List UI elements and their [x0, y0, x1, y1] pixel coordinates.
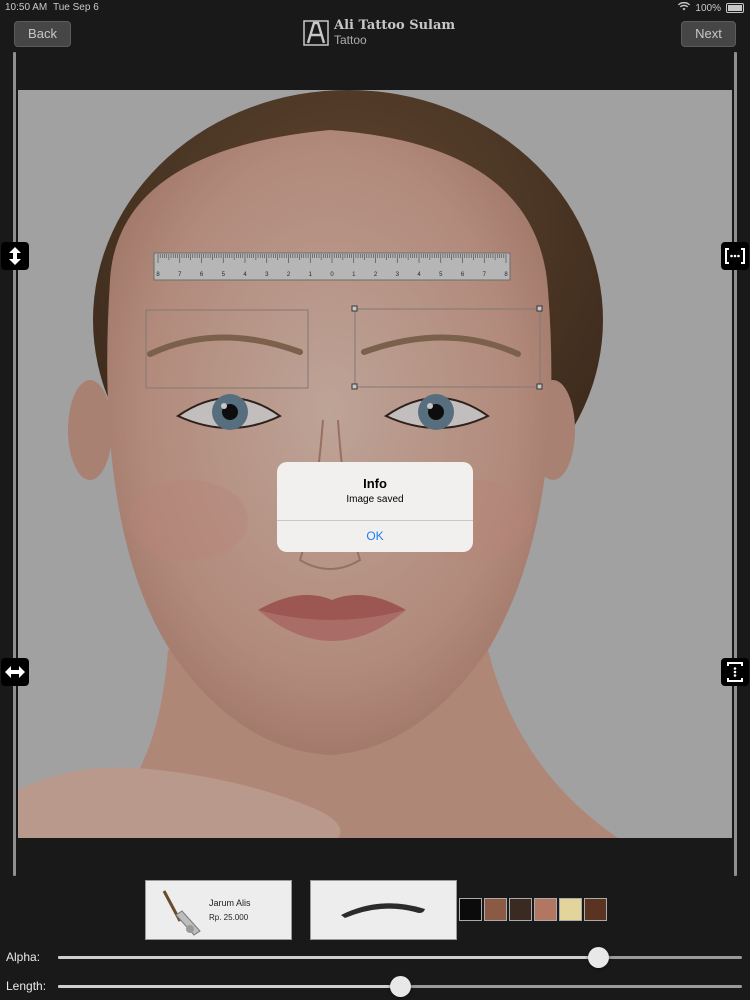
status-bar: 10:50 AM Tue Sep 6 100%: [0, 0, 750, 16]
expand-horizontal-button[interactable]: [721, 242, 749, 270]
expand-vertical-icon: [726, 662, 744, 687]
tattoo-needle-image: [162, 890, 201, 936]
resize-handle[interactable]: [351, 305, 358, 312]
color-swatch[interactable]: [459, 898, 482, 921]
length-slider-thumb[interactable]: [390, 976, 411, 997]
alpha-slider-fill: [58, 956, 598, 959]
resize-handle[interactable]: [536, 383, 543, 390]
info-dialog: Info Image saved OK: [277, 462, 473, 552]
right-guide-line[interactable]: [734, 52, 737, 876]
vertical-resize-icon: [7, 247, 23, 270]
left-guide-line[interactable]: [13, 52, 16, 876]
measure-ruler[interactable]: 87654321012345678: [153, 252, 511, 281]
horizontal-resize-button[interactable]: [1, 658, 29, 686]
expand-horizontal-icon: [724, 248, 746, 269]
resize-handle[interactable]: [536, 305, 543, 312]
eyebrow-shape-card[interactable]: [310, 880, 457, 940]
length-slider[interactable]: [58, 976, 742, 997]
resize-handle[interactable]: [351, 383, 358, 390]
app-name: Ali Tattoo Sulam: [334, 18, 456, 33]
app-logo-icon: [303, 19, 329, 46]
status-time: 10:50 AM: [5, 2, 48, 13]
color-swatch[interactable]: [559, 898, 582, 921]
eyebrow-shape-icon: [341, 903, 425, 918]
color-swatch[interactable]: [509, 898, 532, 921]
battery-percent: 100%: [695, 2, 721, 14]
dialog-ok-button[interactable]: OK: [277, 520, 473, 552]
status-right: 100%: [678, 1, 744, 14]
next-button[interactable]: Next: [681, 21, 736, 47]
vertical-resize-button[interactable]: [1, 242, 29, 270]
status-date: Tue Sep 6: [53, 2, 99, 13]
alpha-label: Alpha:: [6, 950, 41, 964]
color-swatch[interactable]: [484, 898, 507, 921]
alpha-slider-thumb[interactable]: [588, 947, 609, 968]
dialog-title: Info: [363, 476, 387, 491]
product-card[interactable]: Jarum Alis Rp. 25.000: [145, 880, 292, 940]
alpha-slider[interactable]: [58, 947, 742, 968]
color-swatch[interactable]: [584, 898, 607, 921]
length-slider-fill: [58, 985, 400, 988]
app-title: Ali Tattoo Sulam Tattoo: [303, 18, 455, 47]
length-label: Length:: [6, 979, 47, 993]
back-button[interactable]: Back: [14, 21, 71, 47]
expand-vertical-button[interactable]: [721, 658, 749, 686]
wifi-icon: [678, 1, 691, 14]
product-price: Rp. 25.000: [209, 913, 249, 922]
color-swatch[interactable]: [534, 898, 557, 921]
horizontal-resize-icon: [4, 666, 26, 683]
dialog-message: Image saved: [346, 494, 404, 505]
app-subtitle: Tattoo: [334, 33, 367, 47]
battery-icon: [726, 3, 744, 13]
product-name: Jarum Alis: [209, 898, 251, 908]
